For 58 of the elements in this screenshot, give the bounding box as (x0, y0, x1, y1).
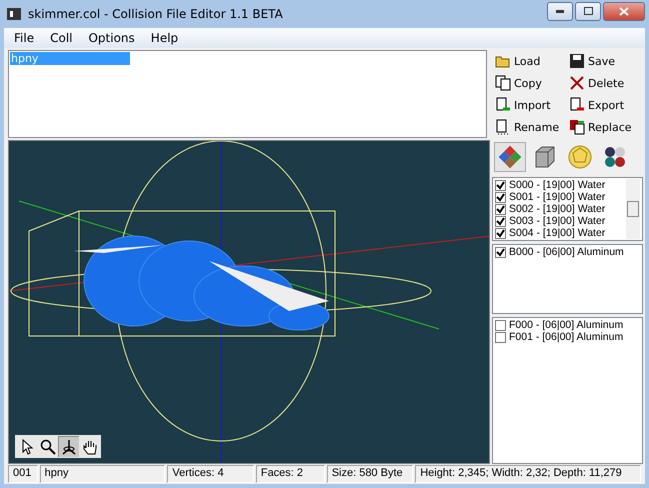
menu-item[interactable]: Options (80, 31, 143, 45)
status-pane: 001 (8, 465, 38, 483)
copy-icon (495, 75, 511, 91)
list-item-label: S004 - [19|00] Water (509, 227, 606, 239)
action-button[interactable]: Export (567, 95, 641, 115)
list-item-label: B000 - [06|00] Aluminum (509, 246, 624, 258)
export-icon (569, 97, 585, 113)
maximize-button[interactable] (575, 2, 601, 20)
checkbox[interactable] (495, 180, 506, 190)
status-pane: Vertices: 4 (167, 465, 254, 483)
minimize-icon (556, 10, 564, 12)
menu-item[interactable]: File (6, 31, 42, 45)
action-button[interactable]: Delete (567, 73, 641, 93)
save-icon (569, 53, 585, 69)
status-pane: Height: 2,345; Width: 2,32; Depth: 11,279 (415, 465, 641, 483)
list-item-label: S003 - [19|00] Water (509, 215, 606, 227)
close-button[interactable] (603, 2, 645, 20)
status-pane: Faces: 2 (256, 465, 325, 483)
menu-item[interactable]: Coll (42, 31, 80, 45)
hand-icon (82, 438, 98, 454)
colored-grid-icon (497, 144, 523, 170)
replace-icon (569, 119, 585, 135)
rename-icon (495, 119, 511, 135)
delete-icon (569, 75, 585, 91)
scrollbar[interactable] (626, 179, 640, 239)
status-pane: Size: 580 Byte (326, 465, 414, 483)
checkbox[interactable] (495, 332, 506, 342)
action-button[interactable]: Replace (567, 117, 641, 137)
checkbox[interactable] (495, 192, 506, 202)
cursor-icon (20, 438, 34, 454)
action-button[interactable]: Rename (493, 117, 567, 137)
tool-button[interactable] (58, 436, 79, 457)
checkbox[interactable] (495, 246, 506, 258)
checkbox[interactable] (495, 320, 506, 330)
action-button[interactable]: Load (493, 51, 567, 71)
minimize-button[interactable] (547, 2, 573, 20)
list-item-label: S001 - [19|00] Water (509, 191, 606, 203)
close-icon (619, 6, 629, 16)
menu-item[interactable]: Help (142, 31, 186, 45)
checkbox[interactable] (495, 216, 506, 226)
list-item-label: S002 - [19|00] Water (509, 203, 606, 215)
list-item-label: F000 - [06|00] Aluminum (509, 319, 624, 331)
status-pane: hpny (40, 465, 166, 483)
checkbox[interactable] (495, 228, 506, 238)
maximize-icon (584, 7, 592, 15)
axes-icon (60, 438, 76, 454)
list-item-label: S000 - [19|00] Water (509, 179, 606, 191)
colored-balls-icon (602, 144, 628, 170)
import-icon (495, 97, 511, 113)
list-item-label: F001 - [06|00] Aluminum (509, 331, 624, 343)
window-title: skimmer.col - Collision File Editor 1.1 BETA (28, 7, 283, 21)
sphere-icon (567, 144, 593, 170)
magnifier-icon (40, 438, 56, 454)
action-button[interactable]: Copy (493, 73, 567, 93)
checkbox[interactable] (495, 204, 506, 214)
action-button[interactable]: Import (493, 95, 567, 115)
app-icon (6, 6, 22, 22)
action-button[interactable]: Save (567, 51, 641, 71)
